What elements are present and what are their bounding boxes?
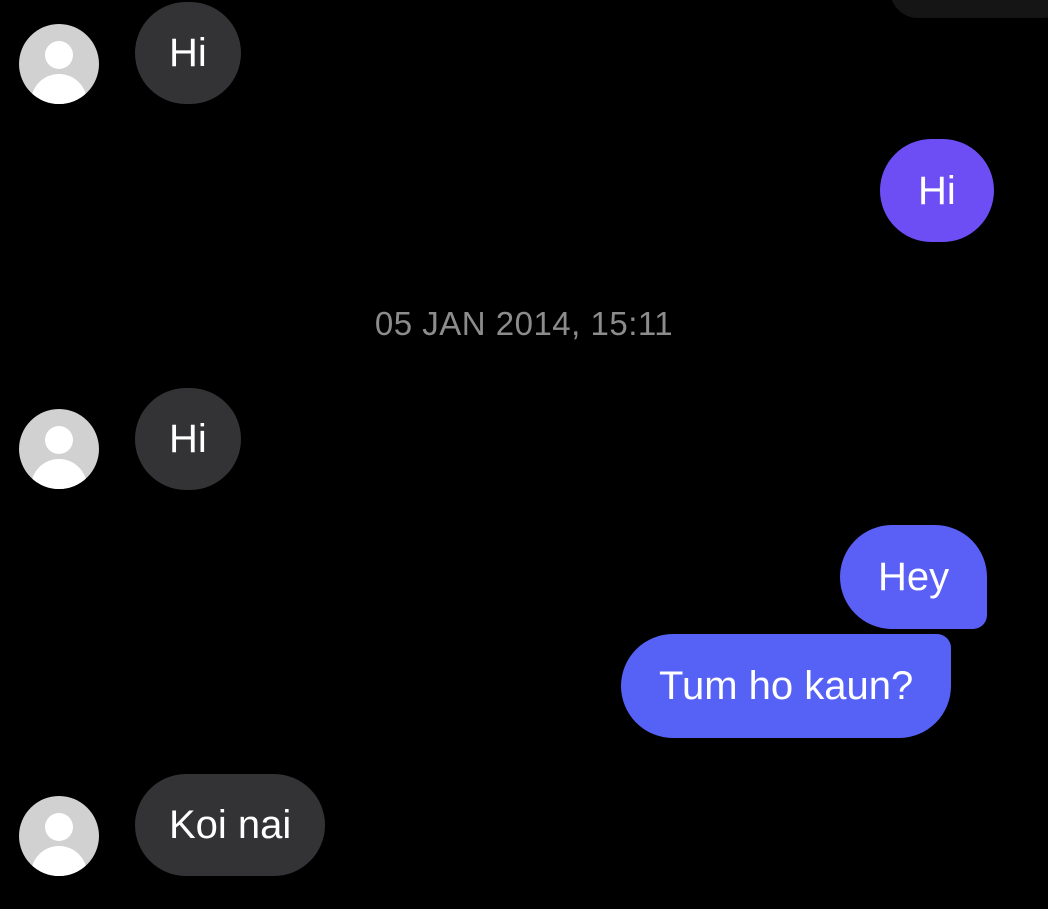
conversation-timestamp: 05 JAN 2014, 15:11 xyxy=(374,305,674,342)
sender-avatar[interactable] xyxy=(19,24,99,104)
incoming-message-bubble[interactable]: Hi xyxy=(135,388,241,490)
avatar-head-shape xyxy=(45,41,73,69)
outgoing-message-bubble[interactable]: Tum ho kaun? xyxy=(621,634,952,738)
avatar-head-shape xyxy=(45,426,73,454)
sender-avatar[interactable] xyxy=(19,796,99,876)
avatar-body-shape xyxy=(31,74,87,104)
avatar-body-shape xyxy=(31,846,87,876)
incoming-message-bubble[interactable]: Koi nai xyxy=(135,774,326,876)
outgoing-message-bubble[interactable]: Hi xyxy=(880,139,994,242)
incoming-message-bubble[interactable]: Hi xyxy=(135,2,241,104)
previous-message-fragment xyxy=(890,0,1048,18)
avatar-body-shape xyxy=(31,459,87,489)
avatar-head-shape xyxy=(45,813,73,841)
sender-avatar[interactable] xyxy=(19,409,99,489)
outgoing-message-bubble[interactable]: Hey xyxy=(840,525,988,629)
